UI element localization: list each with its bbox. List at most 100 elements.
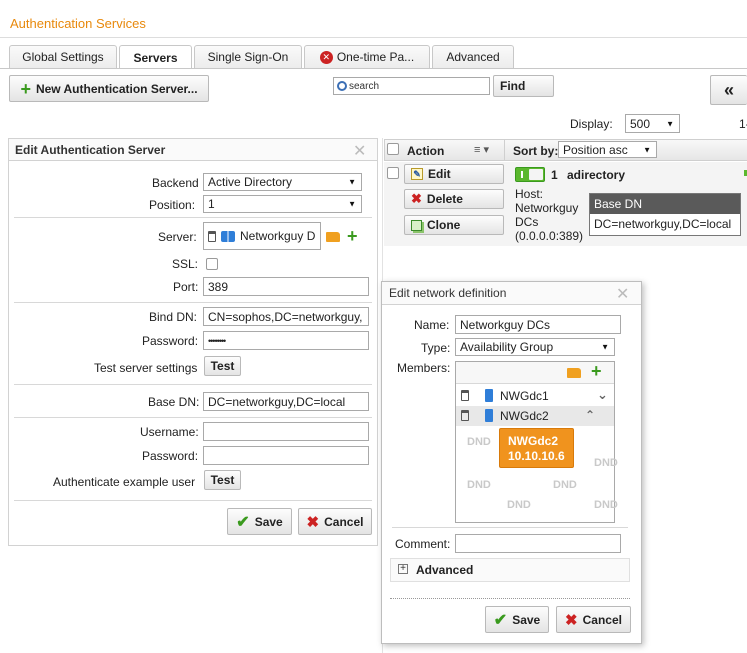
- nav-back-button[interactable]: «: [710, 75, 747, 105]
- advanced-section[interactable]: + Advanced: [390, 558, 630, 582]
- password2-label: Password:: [142, 449, 199, 463]
- type-select[interactable]: Availability Group ▼: [455, 338, 615, 356]
- tab-single-sign-on[interactable]: Single Sign-On: [194, 45, 302, 68]
- button-label: Test: [210, 359, 235, 373]
- password-input[interactable]: ••••••••: [203, 331, 369, 350]
- cancel-x-icon: ✖: [565, 611, 578, 629]
- trash-icon[interactable]: [208, 230, 216, 242]
- tab-one-time-password[interactable]: ✕ One-time Pa...: [304, 45, 430, 68]
- network-cancel-button[interactable]: ✖ Cancel: [556, 606, 631, 633]
- test-server-settings-button[interactable]: Test: [204, 356, 241, 376]
- edit-icon: ✎: [411, 168, 423, 180]
- separator: [14, 217, 372, 218]
- app-title: Authentication Services: [10, 16, 146, 31]
- dnd-placeholder: DND: [467, 436, 491, 448]
- column-menu-icon[interactable]: ≡ ▾: [474, 143, 489, 156]
- members-label: Members:: [397, 361, 451, 375]
- position-select[interactable]: 1 ▼: [203, 195, 362, 213]
- edit-button[interactable]: ✎ Edit: [404, 164, 504, 184]
- username-label: Username:: [140, 425, 199, 439]
- plus-icon: +: [20, 78, 31, 99]
- button-label: Edit: [428, 167, 451, 181]
- find-button[interactable]: Find: [493, 75, 554, 97]
- comment-input[interactable]: [455, 534, 621, 553]
- button-label: Cancel: [582, 612, 622, 627]
- select-value: 500: [630, 116, 651, 131]
- server-icon: [485, 389, 493, 402]
- display-select[interactable]: 500 ▼: [625, 114, 680, 133]
- network-icon: [221, 230, 235, 242]
- select-value: Active Directory: [208, 175, 293, 189]
- name-label: Name:: [414, 318, 450, 332]
- ssl-label: SSL:: [172, 257, 199, 271]
- trash-icon[interactable]: [461, 390, 469, 401]
- tab-label: Global Settings: [22, 50, 104, 64]
- tab-label: One-time Pa...: [336, 50, 415, 64]
- member-row[interactable]: NWGdc2 ⌃: [456, 406, 614, 426]
- host-value-line3: (0.0.0.0:389): [515, 229, 584, 243]
- tab-advanced[interactable]: Advanced: [432, 45, 514, 68]
- select-all-checkbox[interactable]: [387, 143, 399, 155]
- cancel-button[interactable]: ✖ Cancel: [298, 508, 372, 535]
- comment-label: Comment:: [395, 537, 451, 551]
- row-checkbox[interactable]: [387, 167, 399, 179]
- binddn-input[interactable]: CN=sophos,DC=networkguy,: [203, 307, 369, 326]
- username-input[interactable]: [203, 422, 369, 441]
- ssl-checkbox[interactable]: [206, 258, 218, 270]
- port-input[interactable]: 389: [203, 277, 369, 296]
- new-authentication-server-button[interactable]: + New Authentication Server...: [9, 75, 209, 102]
- name-input[interactable]: Networkguy DCs: [455, 315, 621, 334]
- plus-icon[interactable]: +: [591, 361, 602, 382]
- chevron-up-icon[interactable]: ⌃: [585, 408, 595, 422]
- dnd-placeholder: DND: [553, 479, 577, 491]
- search-placeholder: search: [349, 80, 380, 92]
- chevron-down-icon[interactable]: ⌄: [597, 387, 608, 403]
- close-icon[interactable]: ✕: [353, 141, 366, 161]
- display-label: Display:: [570, 117, 613, 131]
- member-row[interactable]: NWGdc1 ⌄: [456, 386, 614, 406]
- save-button[interactable]: ✔ Save: [227, 508, 292, 535]
- clone-icon: [411, 219, 422, 231]
- dropdown-arrow-icon: ▼: [348, 177, 356, 187]
- advanced-label: Advanced: [416, 563, 474, 577]
- password-label: Password:: [142, 334, 199, 348]
- delete-button[interactable]: ✖ Delete: [404, 189, 504, 209]
- input-value: DC=networkguy,DC=local: [208, 394, 346, 409]
- backend-select[interactable]: Active Directory ▼: [203, 173, 362, 191]
- tab-global-settings[interactable]: Global Settings: [9, 45, 117, 68]
- password2-input[interactable]: [203, 446, 369, 465]
- search-input[interactable]: search: [333, 77, 490, 95]
- toggle-bar: [521, 171, 523, 178]
- sort-select[interactable]: Position asc ▼: [558, 141, 657, 158]
- network-save-button[interactable]: ✔ Save: [485, 606, 549, 633]
- folder-icon[interactable]: [326, 232, 340, 242]
- checkmark-icon: ✔: [236, 513, 250, 531]
- enabled-toggle[interactable]: [515, 167, 545, 182]
- member-ip-tooltip: NWGdc2 10.10.10.6: [499, 428, 574, 468]
- basedn-tooltip-value: DC=networkguy,DC=local: [594, 217, 732, 231]
- basedn-input[interactable]: DC=networkguy,DC=local: [203, 392, 369, 411]
- expand-icon[interactable]: +: [398, 564, 408, 574]
- tab-servers[interactable]: Servers: [119, 45, 192, 69]
- host-value-line1: Networkguy: [515, 201, 579, 215]
- close-icon[interactable]: ✕: [616, 284, 629, 304]
- checkmark-icon: ✔: [493, 611, 508, 629]
- button-label: New Authentication Server...: [35, 81, 198, 96]
- search-icon: [337, 81, 347, 91]
- plus-icon[interactable]: +: [347, 226, 358, 247]
- action-header: Action: [407, 144, 445, 158]
- clone-button[interactable]: Clone: [404, 215, 504, 235]
- server-value: Networkguy D: [240, 229, 316, 243]
- basedn-tooltip-title: Base DN: [590, 194, 740, 214]
- tab-underline: [0, 68, 747, 69]
- delete-x-icon: ✖: [411, 191, 422, 206]
- authenticate-test-button[interactable]: Test: [204, 470, 241, 490]
- test-server-settings-label: Test server settings: [94, 361, 198, 375]
- server-field[interactable]: Networkguy D: [203, 222, 321, 250]
- separator: [14, 417, 372, 418]
- trash-icon[interactable]: [461, 410, 469, 421]
- binddn-label: Bind DN:: [149, 310, 198, 324]
- folder-icon[interactable]: [567, 368, 581, 378]
- toggle-knob: [529, 169, 543, 180]
- input-value: 389: [208, 279, 229, 294]
